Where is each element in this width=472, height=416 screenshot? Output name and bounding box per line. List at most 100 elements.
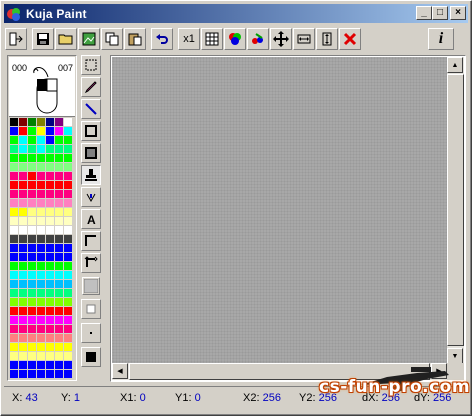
color-swatch[interactable]: [19, 361, 27, 369]
color-swatch[interactable]: [37, 289, 45, 297]
color-swatch[interactable]: [19, 325, 27, 333]
color-swatch[interactable]: [55, 235, 63, 243]
color-swatch[interactable]: [10, 199, 18, 207]
color-swatch[interactable]: [55, 334, 63, 342]
color-swatch[interactable]: [37, 325, 45, 333]
color-swatch[interactable]: [28, 352, 36, 360]
rectangle-tool-button[interactable]: [81, 121, 101, 141]
color-swatch[interactable]: [37, 208, 45, 216]
color-swatch[interactable]: [28, 199, 36, 207]
color-swatch[interactable]: [46, 307, 54, 315]
color-swatch[interactable]: [64, 271, 72, 279]
brush-size-tiny-button[interactable]: [81, 347, 101, 367]
color-swatch[interactable]: [37, 280, 45, 288]
brush-size-small-button[interactable]: [81, 323, 101, 343]
color-swatch[interactable]: [28, 280, 36, 288]
color-swatch[interactable]: [28, 370, 36, 378]
color-swatch[interactable]: [28, 343, 36, 351]
color-swatch[interactable]: [28, 136, 36, 144]
color-swatch[interactable]: [46, 154, 54, 162]
color-swatch[interactable]: [55, 118, 63, 126]
color-swatch[interactable]: [37, 190, 45, 198]
color-swatch[interactable]: [10, 226, 18, 234]
color-swatch[interactable]: [37, 316, 45, 324]
color-swatch[interactable]: [55, 352, 63, 360]
color-swatch[interactable]: [55, 325, 63, 333]
color-swatch[interactable]: [46, 280, 54, 288]
color-swatch[interactable]: [46, 163, 54, 171]
color-swatch[interactable]: [10, 271, 18, 279]
color-swatch[interactable]: [10, 325, 18, 333]
color-swatch[interactable]: [37, 163, 45, 171]
color-swatch[interactable]: [46, 361, 54, 369]
color-swatch[interactable]: [10, 181, 18, 189]
color-swatch[interactable]: [37, 217, 45, 225]
palette-swap-button[interactable]: [247, 28, 269, 50]
color-swatch[interactable]: [28, 118, 36, 126]
color-swatch[interactable]: [64, 172, 72, 180]
color-swatch[interactable]: [55, 127, 63, 135]
color-swatch[interactable]: [46, 262, 54, 270]
color-swatch[interactable]: [64, 235, 72, 243]
color-swatch[interactable]: [55, 145, 63, 153]
color-swatch[interactable]: [46, 235, 54, 243]
color-swatch[interactable]: [46, 298, 54, 306]
color-swatch[interactable]: [19, 244, 27, 252]
color-swatch[interactable]: [64, 199, 72, 207]
color-swatch[interactable]: [46, 199, 54, 207]
resize-tool-button[interactable]: [81, 253, 101, 273]
color-swatch[interactable]: [64, 145, 72, 153]
color-swatch[interactable]: [55, 298, 63, 306]
color-swatch[interactable]: [46, 334, 54, 342]
colors-button[interactable]: [224, 28, 246, 50]
color-swatch[interactable]: [46, 118, 54, 126]
color-swatch[interactable]: [46, 316, 54, 324]
filled-rectangle-tool-button[interactable]: [81, 143, 101, 163]
move-button[interactable]: [270, 28, 292, 50]
color-swatch[interactable]: [37, 271, 45, 279]
color-swatch[interactable]: [37, 343, 45, 351]
color-swatch[interactable]: [37, 262, 45, 270]
color-swatch[interactable]: [55, 154, 63, 162]
info-button[interactable]: i: [428, 28, 454, 50]
color-swatch[interactable]: [46, 127, 54, 135]
vertical-scroll-thumb[interactable]: [447, 74, 464, 346]
copy-button[interactable]: [101, 28, 123, 50]
color-swatch[interactable]: [64, 361, 72, 369]
color-swatch[interactable]: [28, 262, 36, 270]
color-swatch[interactable]: [46, 190, 54, 198]
color-swatch[interactable]: [28, 172, 36, 180]
color-swatch[interactable]: [64, 307, 72, 315]
color-swatch[interactable]: [46, 343, 54, 351]
color-swatch[interactable]: [55, 370, 63, 378]
color-swatch[interactable]: [37, 298, 45, 306]
color-swatch[interactable]: [28, 307, 36, 315]
color-swatch[interactable]: [10, 145, 18, 153]
color-swatch[interactable]: [10, 307, 18, 315]
color-swatch[interactable]: [10, 208, 18, 216]
color-swatch[interactable]: [55, 136, 63, 144]
line-tool-button[interactable]: [81, 99, 101, 119]
color-swatch[interactable]: [28, 154, 36, 162]
color-swatch[interactable]: [28, 334, 36, 342]
color-swatch[interactable]: [64, 154, 72, 162]
color-swatch[interactable]: [19, 253, 27, 261]
color-swatch[interactable]: [37, 334, 45, 342]
color-swatch[interactable]: [28, 181, 36, 189]
color-swatch[interactable]: [19, 334, 27, 342]
color-swatch[interactable]: [19, 280, 27, 288]
color-swatch[interactable]: [37, 154, 45, 162]
color-swatch[interactable]: [64, 280, 72, 288]
color-swatch[interactable]: [55, 208, 63, 216]
color-swatch[interactable]: [19, 262, 27, 270]
color-swatch[interactable]: [55, 190, 63, 198]
color-swatch[interactable]: [10, 127, 18, 135]
color-swatch[interactable]: [19, 190, 27, 198]
image-button[interactable]: [78, 28, 100, 50]
stretch-horizontal-button[interactable]: [293, 28, 315, 50]
color-swatch[interactable]: [46, 172, 54, 180]
color-swatch[interactable]: [55, 172, 63, 180]
color-swatch[interactable]: [10, 334, 18, 342]
brush-size-medium-button[interactable]: [81, 299, 101, 319]
color-swatch[interactable]: [55, 217, 63, 225]
